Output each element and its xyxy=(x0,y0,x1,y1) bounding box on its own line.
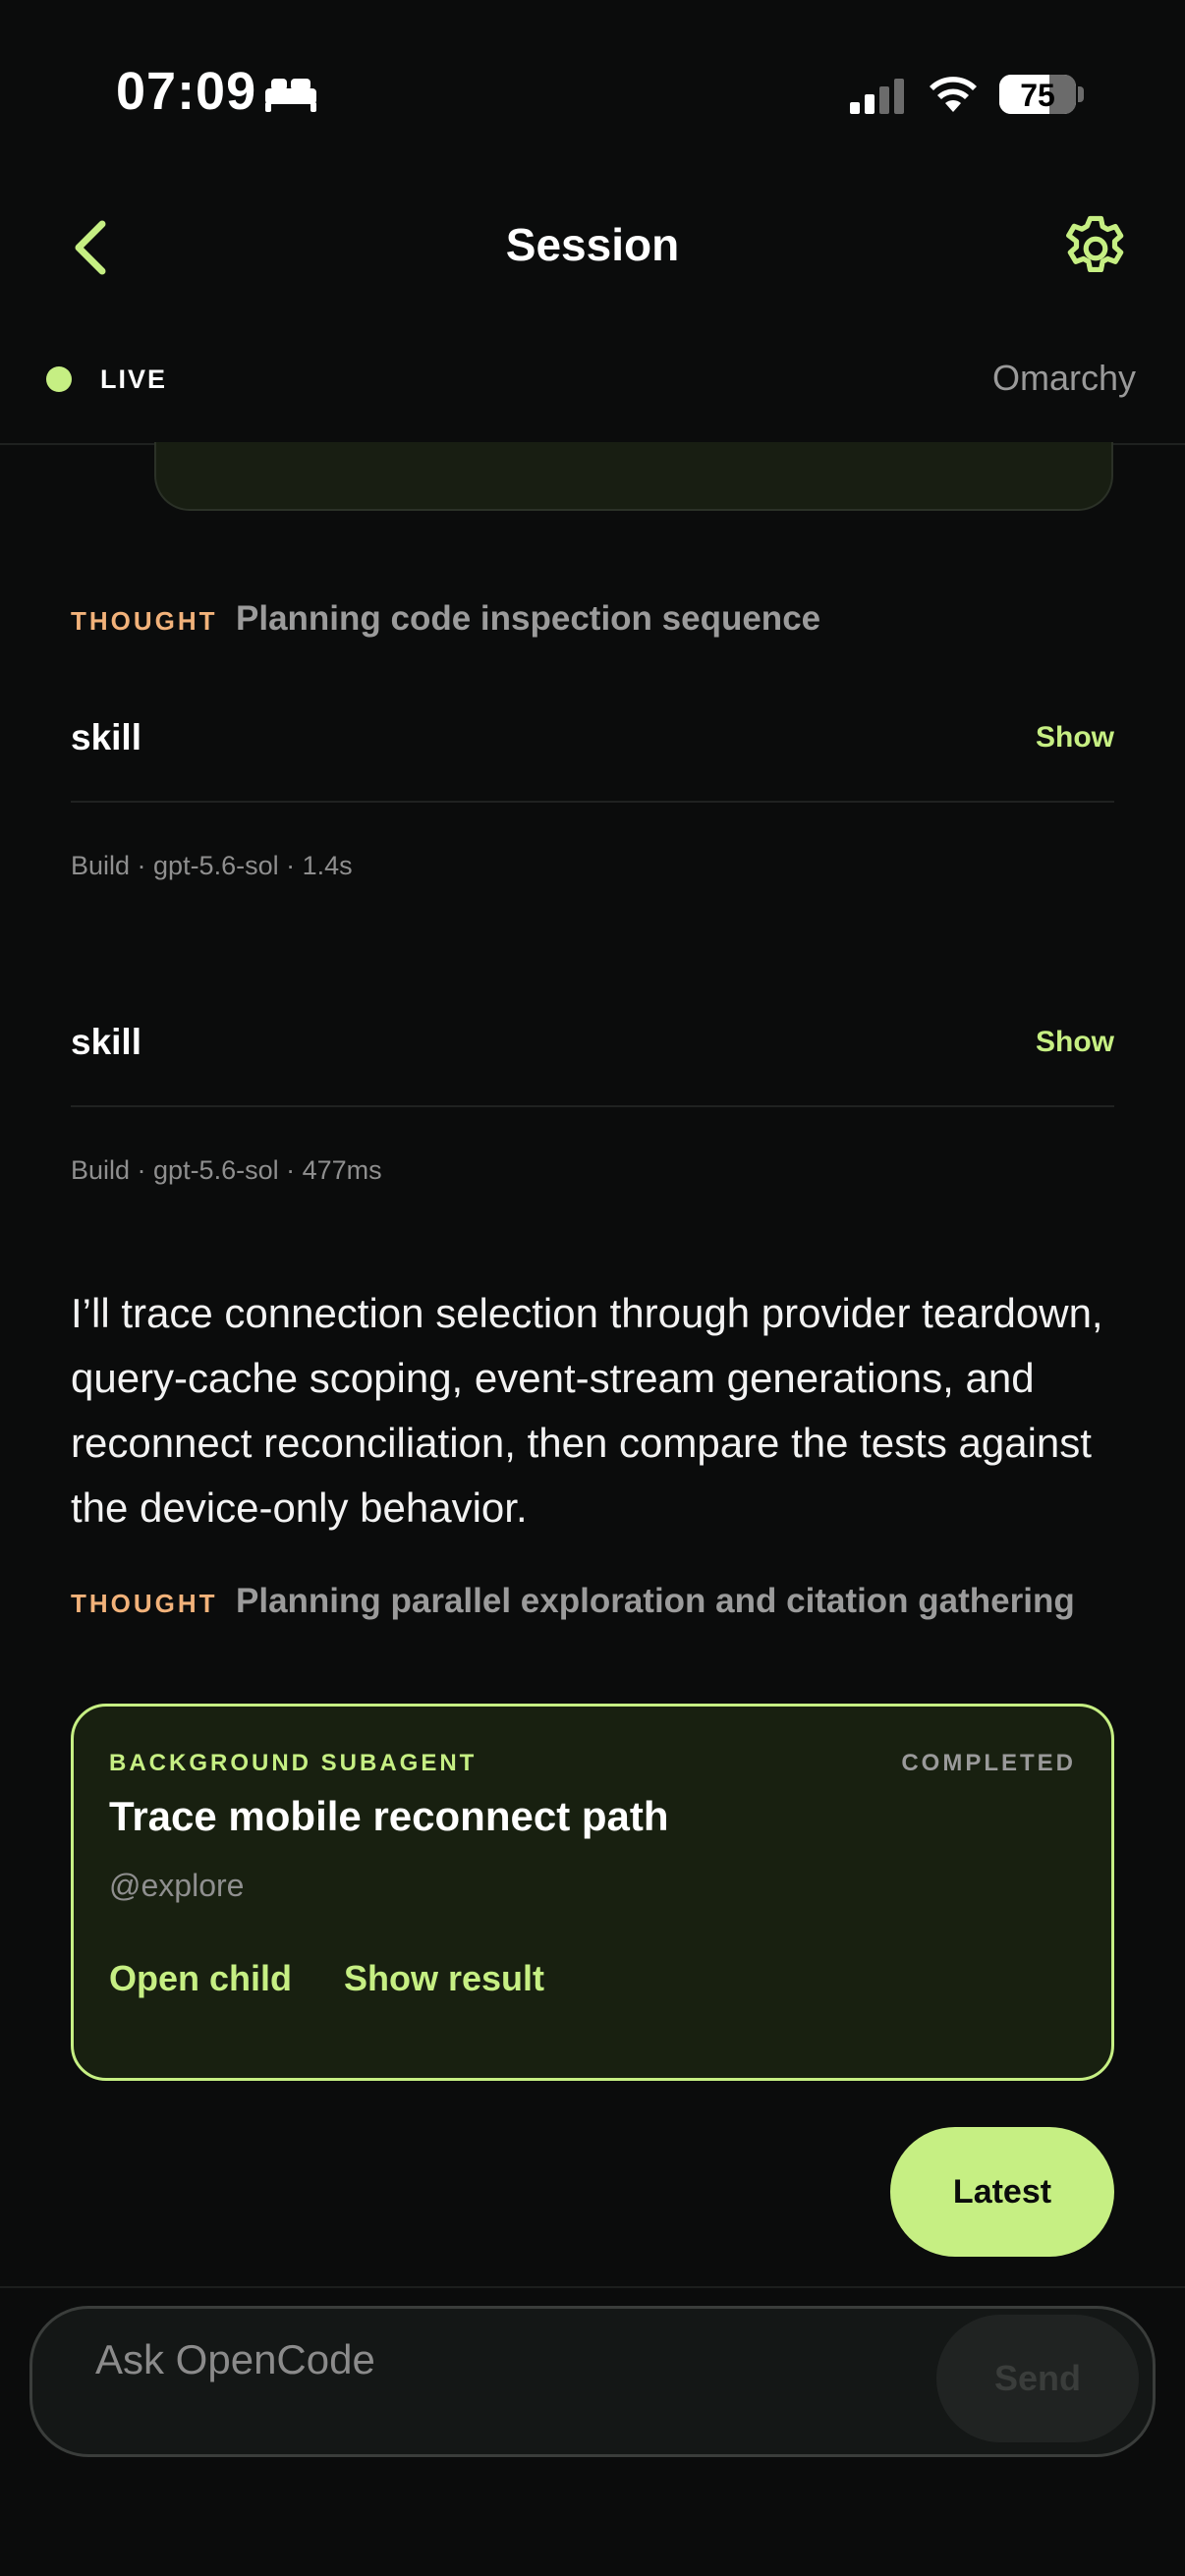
assistant-message: I’ll trace connection selection through … xyxy=(71,1290,1103,1531)
tool-meta: Build · gpt-5.6-sol · 477ms xyxy=(71,1155,382,1185)
device-name[interactable]: Omarchy xyxy=(992,358,1136,399)
open-child-button[interactable]: Open child xyxy=(109,1958,292,1999)
battery-nub xyxy=(1078,86,1084,102)
live-indicator xyxy=(46,366,72,392)
composer: Send xyxy=(29,2306,1156,2457)
thought-tag: THOUGHT xyxy=(71,1589,218,1618)
tool-call-row: skill Show xyxy=(71,1022,1114,1081)
thought-text: Planning code inspection sequence xyxy=(236,599,821,638)
tool-show-button[interactable]: Show xyxy=(1036,1026,1114,1059)
thought-text: Planning parallel exploration and citati… xyxy=(236,1582,1075,1620)
composer-divider xyxy=(0,2286,1185,2288)
battery-icon: 75 xyxy=(999,75,1076,114)
divider xyxy=(71,1105,1114,1107)
tool-show-button[interactable]: Show xyxy=(1036,721,1114,755)
previous-message-card xyxy=(154,442,1113,511)
subagent-tag: BACKGROUND SUBAGENT xyxy=(109,1750,478,1776)
battery-level: 75 xyxy=(1020,78,1055,113)
gear-icon[interactable] xyxy=(1057,210,1134,287)
thought-tag: THOUGHT xyxy=(71,606,218,636)
prompt-input[interactable] xyxy=(95,2336,881,2383)
send-button[interactable]: Send xyxy=(936,2315,1139,2442)
bed-icon xyxy=(265,79,316,112)
latest-button[interactable]: Latest xyxy=(890,2127,1114,2257)
page-title: Session xyxy=(505,219,680,270)
subagent-card: BACKGROUND SUBAGENT COMPLETED Trace mobi… xyxy=(71,1704,1114,2081)
tool-name: skill xyxy=(71,1022,141,1062)
wifi-icon xyxy=(930,77,977,112)
show-result-button[interactable]: Show result xyxy=(344,1958,544,1999)
connection-status: LIVE xyxy=(100,364,168,394)
subagent-title: Trace mobile reconnect path xyxy=(109,1793,669,1839)
cellular-signal-icon xyxy=(850,79,904,114)
status-badge: COMPLETED xyxy=(901,1750,1076,1776)
tool-call-row: skill Show xyxy=(71,717,1114,776)
thought-block: THOUGHT Planning code inspection sequenc… xyxy=(71,599,1122,639)
divider xyxy=(71,801,1114,803)
subagent-agent: @explore xyxy=(109,1868,245,1903)
thought-block: THOUGHT Planning parallel exploration an… xyxy=(71,1576,1083,1634)
tool-meta: Build · gpt-5.6-sol · 1.4s xyxy=(71,851,353,880)
tool-name: skill xyxy=(71,717,141,757)
status-time: 07:09 xyxy=(116,62,257,121)
